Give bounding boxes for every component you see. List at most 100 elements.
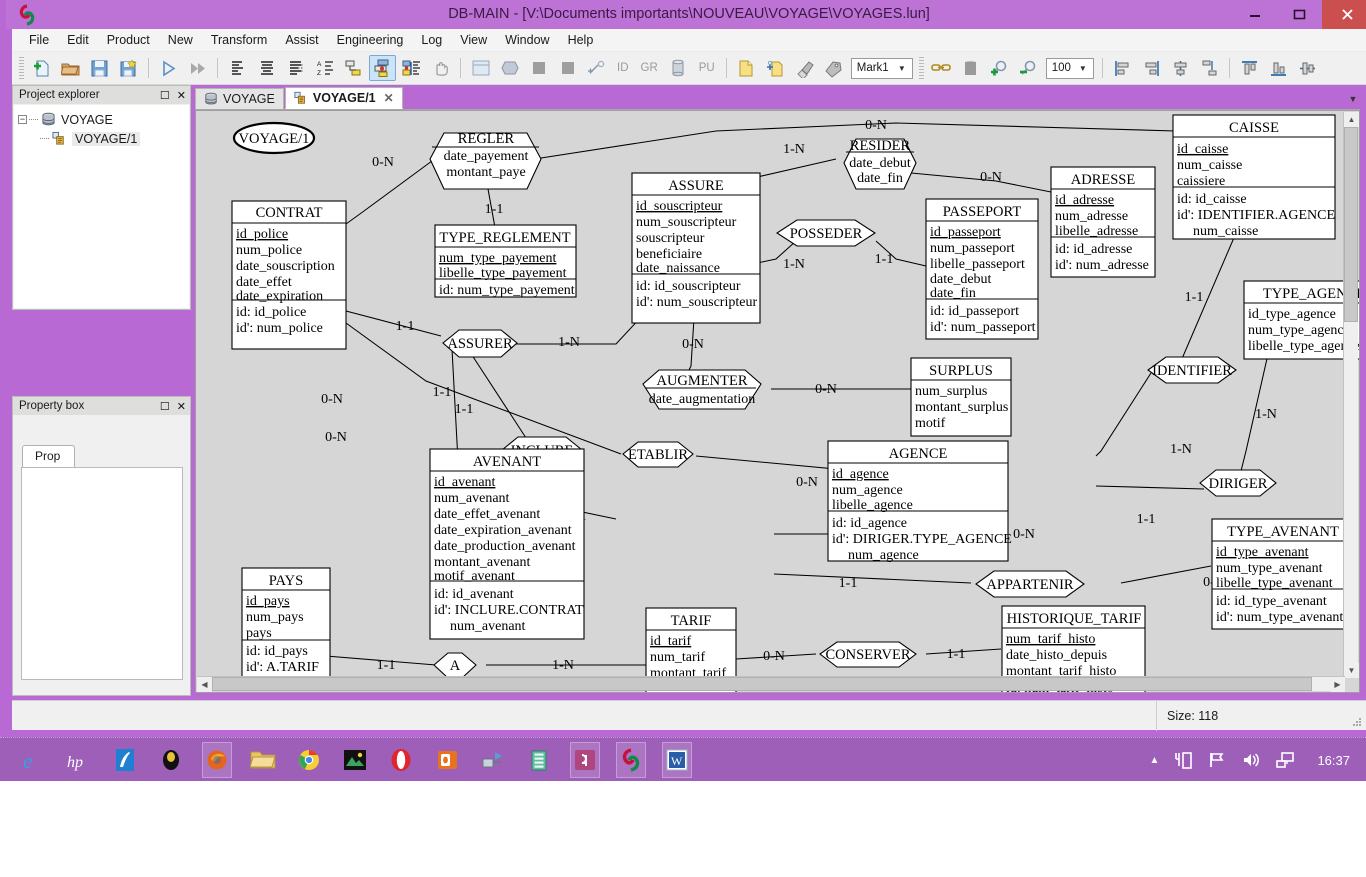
er-diagram[interactable]: .ent { fill:#ffffff; stroke:#000; stroke… <box>196 111 1360 693</box>
menu-file[interactable]: File <box>20 31 58 49</box>
word-icon[interactable]: W <box>662 742 692 778</box>
menu-product[interactable]: Product <box>98 31 159 49</box>
schema-outline-button[interactable] <box>398 55 425 81</box>
network-tool-icon[interactable] <box>478 742 508 778</box>
property-content-area[interactable] <box>21 467 183 680</box>
taskbar-clock[interactable]: 16:37 <box>1317 753 1350 768</box>
maximize-button[interactable] <box>1277 0 1322 29</box>
relationship-assurer[interactable]: ASSURER <box>442 329 518 358</box>
show-hidden-icons-chevron-icon[interactable]: ▲ <box>1150 755 1160 766</box>
menu-view[interactable]: View <box>451 31 496 49</box>
relationship-appartenir[interactable]: APPARTENIR <box>975 570 1085 598</box>
menu-window[interactable]: Window <box>496 31 558 49</box>
sort-az-button[interactable]: A Z <box>311 55 338 81</box>
entity-surplus[interactable]: SURPLUS num_surplus montant_surplus moti… <box>910 357 1012 437</box>
collapse-icon[interactable]: − <box>18 115 27 124</box>
diagram-canvas[interactable]: .ent { fill:#ffffff; stroke:#000; stroke… <box>195 110 1360 693</box>
restore-icon-prop[interactable]: ☐ <box>160 400 170 413</box>
volume-icon[interactable] <box>1241 750 1261 770</box>
link-chain-button[interactable] <box>928 55 955 81</box>
save-as-button[interactable] <box>115 55 142 81</box>
menu-transform[interactable]: Transform <box>202 31 277 49</box>
relationship-conserver[interactable]: CONSERVER <box>819 641 917 668</box>
new-document-button[interactable] <box>28 55 55 81</box>
menu-engineering[interactable]: Engineering <box>328 31 413 49</box>
internet-explorer-icon[interactable]: e <box>18 742 48 778</box>
server-list-icon[interactable] <box>524 742 554 778</box>
db-main-taskbar-icon[interactable] <box>616 742 646 778</box>
tab-prop[interactable]: Prop <box>22 445 76 467</box>
align-middle-button[interactable] <box>1294 55 1321 81</box>
canvas-horizontal-scrollbar[interactable]: ◀ ▶ <box>197 676 1345 692</box>
entity-assure[interactable]: ASSURE id_souscripteur num_souscripteur … <box>631 172 761 324</box>
entity-contrat[interactable]: CONTRAT id_police num_police date_souscr… <box>231 200 347 350</box>
canvas-vertical-scrollbar[interactable]: ▲ ▼ <box>1343 112 1359 678</box>
schema-label-badge[interactable]: VOYAGE/1 <box>232 121 316 155</box>
menu-log[interactable]: Log <box>412 31 451 49</box>
scroll-up-arrow-icon[interactable]: ▲ <box>1344 112 1359 127</box>
minimize-button[interactable] <box>1232 0 1277 29</box>
align-justify-list-button[interactable] <box>282 55 309 81</box>
run-button[interactable] <box>155 55 182 81</box>
ghost-app-icon[interactable] <box>156 742 186 778</box>
hp-icon[interactable]: hp <box>64 742 94 778</box>
align-bottom-button[interactable] <box>1265 55 1292 81</box>
toolbar-grip[interactable] <box>19 57 24 79</box>
relationship-augmenter[interactable]: AUGMENTER date_augmentation <box>642 369 762 410</box>
opera-icon[interactable] <box>386 742 416 778</box>
entity-pays[interactable]: PAYS id_pays num_pays pays id: id_pays i… <box>241 567 331 691</box>
relationship-shape-button[interactable] <box>496 55 523 81</box>
close-icon[interactable]: ✕ <box>177 89 186 102</box>
relationship-diriger[interactable]: DIRIGER <box>1199 469 1277 497</box>
outlook-icon[interactable] <box>432 742 462 778</box>
menu-assist[interactable]: Assist <box>276 31 327 49</box>
close-icon-prop[interactable]: ✕ <box>177 400 186 413</box>
relationship-regler[interactable]: REGLER date_payement montant_paye <box>429 131 542 190</box>
align-top-button[interactable] <box>1236 55 1263 81</box>
align-left-list-button[interactable] <box>224 55 251 81</box>
quill-editor-icon[interactable] <box>110 742 140 778</box>
entity-type-avenant[interactable]: TYPE_AVENANT id_type_avenant num_type_av… <box>1211 518 1355 630</box>
resize-grip-icon[interactable] <box>1350 715 1362 727</box>
network-icon[interactable] <box>1275 750 1295 770</box>
note-page-button[interactable] <box>733 55 760 81</box>
close-tab-icon[interactable]: ✕ <box>384 91 394 105</box>
entity-relationship-view-button[interactable] <box>369 55 396 81</box>
zoom-level-select[interactable]: 100 ▼ <box>1045 57 1094 79</box>
menu-help[interactable]: Help <box>559 31 603 49</box>
cylinder-button[interactable] <box>665 55 692 81</box>
firefox-icon[interactable] <box>202 742 232 778</box>
entity-caisse[interactable]: CAISSE id_caisse num_caisse caissiere id… <box>1172 114 1336 240</box>
align-left-button[interactable] <box>1109 55 1136 81</box>
menu-new[interactable]: New <box>159 31 202 49</box>
chrome-icon[interactable] <box>294 742 324 778</box>
removable-media-icon[interactable] <box>1173 750 1193 770</box>
align-right-button[interactable] <box>1138 55 1165 81</box>
open-folder-button[interactable] <box>57 55 84 81</box>
tree-node-voyage-1[interactable]: VOYAGE/1 <box>18 129 185 148</box>
action-center-flag-icon[interactable] <box>1207 750 1227 770</box>
doc-tab-voyage-1[interactable]: VOYAGE/1 ✕ <box>284 87 403 109</box>
pan-hand-button[interactable] <box>427 55 454 81</box>
tree-node-voyage[interactable]: − VOYAGE <box>18 110 185 129</box>
tab-overflow-chevron-icon[interactable]: ▼ <box>1346 88 1360 110</box>
horizontal-scroll-thumb[interactable] <box>212 677 1312 691</box>
save-button[interactable] <box>86 55 113 81</box>
align-center-vertical-button[interactable] <box>1167 55 1194 81</box>
entity-avenant[interactable]: AVENANT id_avenant num_avenant date_effe… <box>429 448 585 640</box>
scroll-left-arrow-icon[interactable]: ◀ <box>197 677 212 692</box>
entity-type-reglement[interactable]: TYPE_REGLEMENT num_type_payement libelle… <box>434 224 577 298</box>
relationship-etablir[interactable]: ETABLIR <box>622 441 694 468</box>
align-center-list-button[interactable] <box>253 55 280 81</box>
zoom-out-button[interactable] <box>1015 55 1042 81</box>
add-note-button[interactable] <box>762 55 789 81</box>
entity-passeport[interactable]: PASSEPORT id_passeport num_passeport lib… <box>925 198 1039 340</box>
access-database-icon[interactable] <box>570 742 600 778</box>
db-block-button[interactable] <box>957 55 984 81</box>
relationship-identifier[interactable]: IDENTIFIER <box>1147 356 1237 384</box>
run-all-button[interactable] <box>184 55 211 81</box>
distribute-button[interactable] <box>1196 55 1223 81</box>
zoom-in-button[interactable] <box>986 55 1013 81</box>
file-explorer-icon[interactable] <box>248 742 278 778</box>
doc-tab-voyage[interactable]: VOYAGE <box>195 88 284 109</box>
